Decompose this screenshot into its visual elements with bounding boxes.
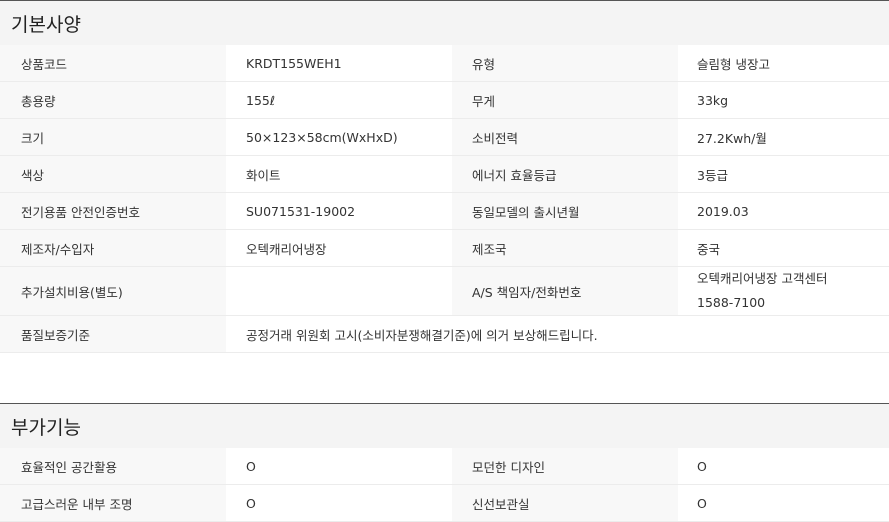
spec-value: 155ℓ xyxy=(246,92,276,108)
spec-value: 공정거래 위원회 고시(소비자분쟁해결기준)에 의거 보상해드립니다. xyxy=(246,327,598,343)
spec-value: KRDT155WEH1 xyxy=(246,55,342,71)
spec-value: 중국 xyxy=(697,241,721,257)
spec-row-warranty: 품질보증기준 공정거래 위원회 고시(소비자분쟁해결기준)에 의거 보상해드립니… xyxy=(0,316,889,353)
spec-label: 에너지 효율등급 xyxy=(452,156,678,192)
extra-features-section: 부가기능 효율적인 공간활용 O 모던한 디자인 O 고급스러운 내부 조명 O… xyxy=(0,403,889,522)
spec-label: 유형 xyxy=(452,45,678,81)
feature-value: O xyxy=(246,458,256,474)
feature-value: O xyxy=(246,495,256,511)
feature-label: 효율적인 공간활용 xyxy=(0,448,226,484)
spec-row: 크기 50×123×58cm(WxHxD) 소비전력 27.2Kwh/월 xyxy=(0,119,889,156)
spec-label: 제조국 xyxy=(452,230,678,266)
spec-value xyxy=(226,267,452,315)
spec-value: 오텍캐리어냉장 xyxy=(246,241,327,257)
feature-row: 효율적인 공간활용 O 모던한 디자인 O xyxy=(0,448,889,485)
spec-label: 전기용품 안전인증번호 xyxy=(0,193,226,229)
feature-value: O xyxy=(697,458,707,474)
spec-row: 총용량 155ℓ 무게 33kg xyxy=(0,82,889,119)
spec-value: 50×123×58cm(WxHxD) xyxy=(246,129,398,145)
spec-label: 제조자/수입자 xyxy=(0,230,226,266)
as-phone-number: 1588-7100 xyxy=(697,295,766,310)
basic-spec-title: 기본사양 xyxy=(0,0,889,45)
feature-row: 고급스러운 내부 조명 O 신선보관실 O xyxy=(0,485,889,522)
feature-label: 모던한 디자인 xyxy=(452,448,678,484)
spec-row: 전기용품 안전인증번호 SU071531-19002 동일모델의 출시년월 20… xyxy=(0,193,889,230)
spec-label: 총용량 xyxy=(0,82,226,118)
basic-spec-section: 기본사양 상품코드 KRDT155WEH1 유형 슬림형 냉장고 총용량 155… xyxy=(0,0,889,353)
spec-label: A/S 책임자/전화번호 xyxy=(452,267,678,315)
feature-value: O xyxy=(697,495,707,511)
spec-row: 상품코드 KRDT155WEH1 유형 슬림형 냉장고 xyxy=(0,45,889,82)
spec-value: 슬림형 냉장고 xyxy=(697,56,770,72)
spec-label: 추가설치비용(별도) xyxy=(0,267,226,315)
spec-row: 제조자/수입자 오텍캐리어냉장 제조국 중국 xyxy=(0,230,889,267)
spec-row: 색상 화이트 에너지 효율등급 3등급 xyxy=(0,156,889,193)
spec-value: SU071531-19002 xyxy=(246,203,356,219)
extra-features-title: 부가기능 xyxy=(0,403,889,448)
spec-value: 3등급 xyxy=(697,167,728,183)
spec-value: 2019.03 xyxy=(697,203,749,219)
spec-label: 품질보증기준 xyxy=(0,316,226,352)
spec-value: 화이트 xyxy=(246,167,281,183)
spec-label: 무게 xyxy=(452,82,678,118)
spec-label: 색상 xyxy=(0,156,226,192)
as-center-name: 오텍캐리어냉장 고객센터 xyxy=(697,271,828,286)
spec-label: 소비전력 xyxy=(452,119,678,155)
spec-label: 크기 xyxy=(0,119,226,155)
feature-label: 신선보관실 xyxy=(452,485,678,521)
spec-label: 동일모델의 출시년월 xyxy=(452,193,678,229)
spec-label: 상품코드 xyxy=(0,45,226,81)
spec-row-as: 추가설치비용(별도) A/S 책임자/전화번호 오텍캐리어냉장 고객센터 158… xyxy=(0,267,889,316)
feature-label: 고급스러운 내부 조명 xyxy=(0,485,226,521)
as-contact-value: 오텍캐리어냉장 고객센터 1588-7100 xyxy=(678,267,889,315)
spec-value: 27.2Kwh/월 xyxy=(697,130,767,146)
spec-value: 33kg xyxy=(697,92,729,108)
